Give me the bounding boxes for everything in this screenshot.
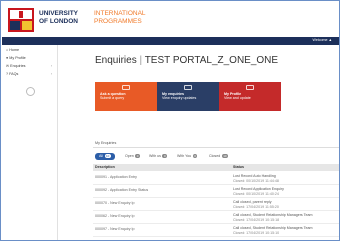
question-icon (122, 85, 130, 90)
filter-open[interactable]: Open 0 (125, 153, 140, 160)
card-subtitle: Submit a query (100, 96, 125, 100)
row-date: Closed: 00/10/2019 11:40:24 (233, 192, 279, 196)
programme-line1: INTERNATIONAL (94, 10, 146, 17)
sidebar-item-faqs[interactable]: ? FAQs (6, 72, 18, 76)
filter-with-us[interactable]: With us 0 (149, 153, 168, 160)
university-line2: OF LONDON (39, 17, 78, 25)
programme-name: INTERNATIONAL PROGRAMMES (94, 10, 146, 25)
page-title-separator: | (139, 55, 143, 66)
row-date: Closed: 00/10/2019 11:44:48 (233, 179, 279, 183)
profile-icon (246, 85, 254, 90)
top-navigation-bar: Welcome ▲ (2, 37, 339, 45)
row-status: Call closed, parent reply (233, 200, 272, 204)
sidebar-item-home[interactable]: ⌂ Home (6, 48, 19, 52)
programme-line2: PROGRAMMES (94, 17, 142, 25)
table-row[interactable]: 000070 - New Enquiry Ip Call closed, par… (93, 198, 339, 211)
page-title: Enquiries | TEST PORTAL_Z_ONE_ONE (95, 55, 278, 66)
row-description: 000097 - New Enquiry Ip (95, 227, 135, 231)
chevron-right-icon: › (51, 72, 53, 76)
sidebar-item-label: FAQs (9, 72, 19, 76)
home-icon: ⌂ (6, 48, 9, 52)
count-badge: 0 (192, 154, 198, 159)
enquiries-icon (184, 85, 192, 90)
user-menu[interactable]: Welcome ▲ (313, 38, 332, 42)
table-header (93, 164, 339, 171)
row-date: Closed: 17/04/2019 10:15:10 (233, 231, 280, 235)
filter-label: With You (177, 154, 192, 158)
sidebar-item-my-profile[interactable]: ● My Profile (6, 56, 26, 60)
ask-question-card[interactable]: Ask a question Submit a query (95, 82, 157, 111)
profile-icon: ● (6, 56, 9, 60)
row-date: Closed: 17/04/2019 10:15:18 (233, 218, 280, 222)
row-status: Call closed, Student Relationship Manage… (233, 213, 313, 217)
filter-label: All (99, 154, 103, 158)
sidebar-item-label: Enquiries (10, 64, 26, 68)
sidebar-item-label: My Profile (9, 56, 26, 60)
table-row[interactable]: 000062 - New Enquiry Ip Call closed, Stu… (93, 211, 339, 224)
row-status: Lost Record Application Enquiry (233, 187, 284, 191)
enquiries-icon: ✉ (6, 64, 10, 68)
row-description: 000091 - Application Entry (95, 175, 137, 179)
table-row[interactable]: 000091 - Application Entry Lost Record A… (93, 172, 339, 185)
column-header-description: Description (95, 165, 115, 169)
card-subtitle: View and update (224, 96, 251, 100)
sidebar-item-label: Home (9, 48, 20, 52)
site-header: UNIVERSITY OF LONDON INTERNATIONAL PROGR… (2, 2, 339, 37)
main-content: Enquiries | TEST PORTAL_Z_ONE_ONE Ask a … (59, 45, 339, 240)
table-row[interactable]: 000092 - Application Entry Status Lost R… (93, 185, 339, 198)
university-crest-icon[interactable] (8, 8, 34, 32)
filter-label: With us (149, 154, 161, 158)
faqs-icon: ? (6, 72, 9, 76)
row-description: 000070 - New Enquiry Ip (95, 201, 135, 205)
filter-label: Open (125, 154, 134, 158)
filter-all[interactable]: All 10 (95, 153, 115, 160)
university-name: UNIVERSITY OF LONDON (39, 10, 78, 25)
count-badge: 0 (135, 154, 140, 159)
my-profile-card[interactable]: My Profile View and update (219, 82, 281, 111)
page-title-suffix: TEST PORTAL_Z_ONE_ONE (144, 55, 279, 66)
row-description: 000092 - Application Entry Status (95, 188, 149, 192)
app-window: UNIVERSITY OF LONDON INTERNATIONAL PROGR… (0, 0, 340, 241)
my-enquiries-card[interactable]: My enquiries View enquiry updates (157, 82, 219, 111)
row-description: 000062 - New Enquiry Ip (95, 214, 135, 218)
row-status: Lost Record Auto Handling (233, 174, 276, 178)
card-subtitle: View enquiry updates (162, 96, 197, 100)
row-date: Closed: 17/04/2019 11:55:20 (233, 205, 279, 209)
count-badge: 0 (162, 154, 168, 159)
divider (93, 147, 339, 148)
table-row[interactable]: 000097 - New Enquiry Ip Call closed, Stu… (93, 224, 339, 237)
column-header-status: Status (233, 165, 244, 169)
filter-with-you[interactable]: With You 0 (177, 153, 198, 160)
filter-label: Closed (209, 154, 221, 158)
chevron-right-icon: › (51, 64, 53, 68)
university-line1: UNIVERSITY (39, 10, 79, 17)
filter-closed[interactable]: Closed 10 (209, 153, 229, 160)
section-label: My Enquiries (95, 141, 117, 145)
sidebar-item-enquiries[interactable]: ✉ Enquiries (6, 64, 26, 68)
page-title-prefix: Enquiries (95, 55, 137, 66)
sidebar: ⌂ Home ● My Profile ✉ Enquiries › ? FAQs… (2, 45, 58, 240)
collapse-sidebar-icon[interactable] (26, 87, 35, 96)
row-status: Call closed, Student Relationship Manage… (233, 226, 313, 230)
count-badge: 10 (104, 154, 111, 159)
count-badge: 10 (221, 154, 229, 159)
